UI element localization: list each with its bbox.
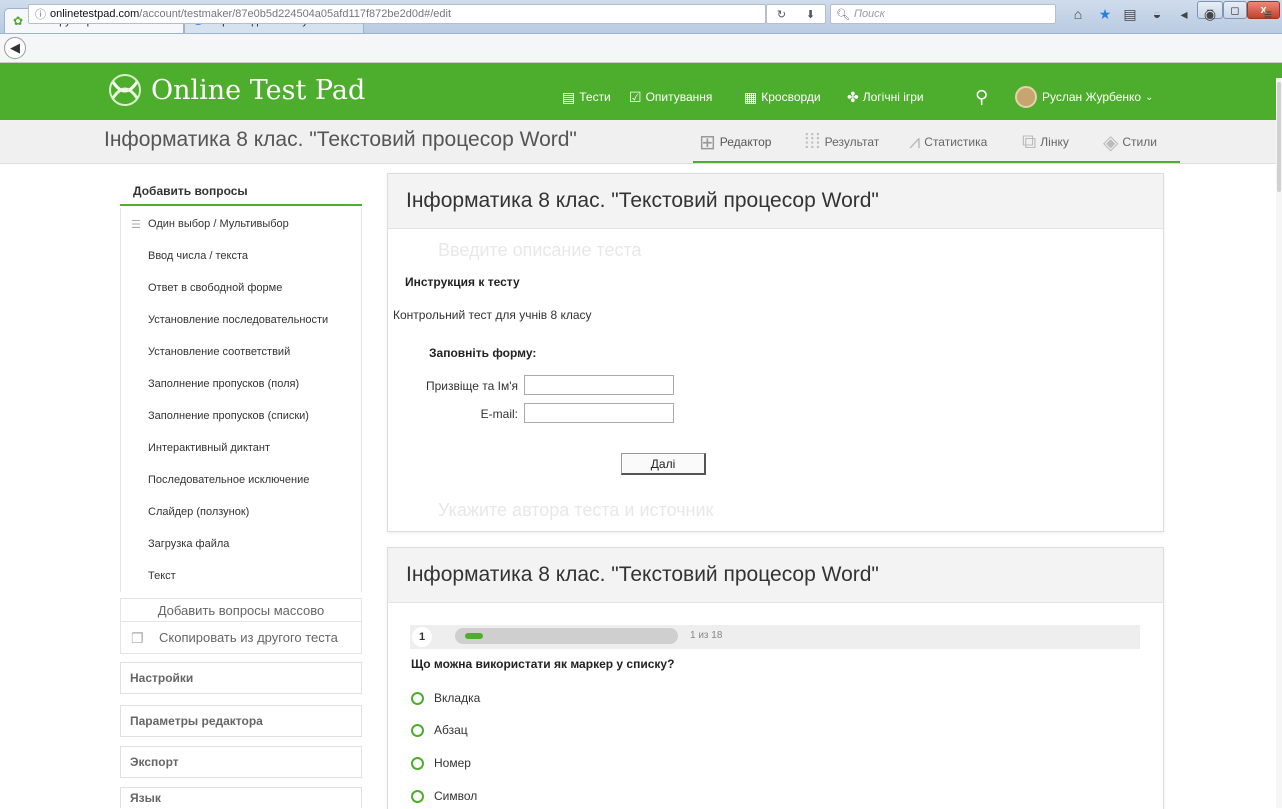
nav-crosswords[interactable]: ▦ Кросворди [744,88,821,106]
chevron-down-icon: ⌄ [1145,91,1154,103]
document-icon: ▤ [562,88,576,105]
name-field-label: Призвіще та Ім'я [425,379,518,393]
sidebar-item-single-multi[interactable]: ☰ Один выбор / Мультивыбор [121,208,361,240]
menu-icon[interactable]: ≡ [1260,6,1276,22]
info-icon: ⓘ [35,9,46,21]
answer-option[interactable]: Вкладка [411,688,480,708]
list-icon: ☰ [131,219,141,231]
avatar [1015,86,1037,108]
line-chart-icon: ⩘ [909,130,921,153]
radio-icon[interactable] [411,789,424,803]
answer-option[interactable]: Абзац [411,720,468,740]
nav-surveys[interactable]: ☑ Опитування [629,88,712,106]
name-field[interactable] [524,375,674,395]
question-card: Інформатика 8 клас. "Текстовий процесор … [387,547,1164,809]
search-icon: 🔍︎ [836,8,850,21]
radio-icon[interactable] [411,691,424,705]
description-placeholder[interactable]: Введите описание теста [438,240,642,261]
radio-icon[interactable] [411,756,424,770]
hierarchy-icon: ⊞ [699,131,716,154]
site-search-icon[interactable]: ⚲ [975,87,988,107]
progress-count: 1 из 18 [690,630,723,641]
browser-nav-bar [0,34,1282,63]
search-box[interactable]: 🔍︎ Поиск [830,4,1056,24]
sidebar-item-gaps-fields[interactable]: Заполнение пропусков (поля) [121,368,361,400]
tab-styles[interactable]: ◈ Стили [1103,130,1157,154]
sidebar-item-input[interactable]: Ввод числа / текста [121,240,361,272]
address-bar[interactable]: ⓘ onlinetestpad.com /account/testmaker/8… [28,4,766,24]
download-icon[interactable]: ⬇ [806,8,815,21]
site-logo[interactable]: Online Test Pad [105,70,365,110]
logo-icon [109,74,141,106]
bookmarks-list-icon[interactable]: ▤ [1122,6,1138,22]
sidebar-item-slider[interactable]: Слайдер (ползунок) [121,496,361,528]
email-field[interactable] [524,403,674,423]
progress-fill [465,633,483,639]
progress-track [455,628,678,644]
share-icon: ⧉ [1022,130,1037,153]
user-name: Руслан Журбенко [1042,90,1142,104]
maximize-button[interactable]: ◻ [1223,1,1247,19]
sidebar-item-text[interactable]: Текст [121,560,361,592]
nav-tests[interactable]: ▤ Тести [562,88,611,106]
instruction-label: Инструкция к тесту [405,275,520,289]
radio-icon[interactable] [411,723,424,737]
dots-grid-icon: ⁞⁞⁞ [804,130,821,153]
layers-icon: ◈ [1103,131,1119,154]
tab-link[interactable]: ⧉ Лінку [1022,130,1069,154]
sidebar-item-dictation[interactable]: Интерактивный диктант [121,432,361,464]
grid-icon: ▦ [744,88,758,105]
sidebar-item-free-answer[interactable]: Ответ в свободной форме [121,272,361,304]
sidebar-item-exclusion[interactable]: Последовательное исключение [121,464,361,496]
bookmark-star-icon[interactable]: ★ [1097,6,1113,22]
send-icon[interactable]: ◂ [1176,6,1192,22]
section-editor-params[interactable]: Параметры редактора [120,705,362,737]
copy-from-test-button[interactable]: ❐ Скопировать из другого теста [120,622,362,654]
author-placeholder[interactable]: Укажите автора теста и источник [438,500,713,521]
puzzle-icon: ✤ [847,88,859,105]
copy-icon: ❐ [131,630,144,646]
question-card-title: Інформатика 8 клас. "Текстовий процесор … [388,548,1163,603]
tab-statistics[interactable]: ⩘ Статистика [909,130,987,154]
question-type-list: ☰ Один выбор / Мультивыбор Ввод числа / … [120,208,362,592]
intro-card-title: Інформатика 8 клас. "Текстовий процесор … [388,174,1163,229]
sidebar-item-gaps-lists[interactable]: Заполнение пропусков (списки) [121,400,361,432]
survey-icon: ☑ [629,88,642,105]
search-placeholder: Поиск [853,8,885,20]
answer-option[interactable]: Символ [411,786,477,806]
mass-add-button[interactable]: Добавить вопросы массово [120,598,362,622]
scrollbar-thumb[interactable] [1277,82,1281,192]
site-favicon-icon: ✿ [12,14,24,28]
email-field-label: E-mail: [480,407,518,421]
back-button[interactable]: ◀ [4,37,26,59]
user-menu[interactable]: Руслан Журбенко ⌄ [1015,86,1154,108]
pocket-icon[interactable]: ◒ [1149,6,1165,22]
question-text: Що можна використати як маркер у списку? [411,657,675,671]
sidebar-heading: Добавить вопросы [120,178,362,206]
brand-name: Online Test Pad [151,74,366,106]
arrow-left-icon: ◀ [10,40,20,55]
sidebar-item-matching[interactable]: Установление соответствий [121,336,361,368]
sync-icon[interactable]: ◉ [1202,6,1218,22]
form-heading: Заповніть форму: [429,346,537,360]
page-title: Інформатика 8 клас. "Текстовий процесор … [104,128,577,151]
url-actions: ↻ ⬇ [766,4,826,24]
sidebar-item-file-upload[interactable]: Загрузка файла [121,528,361,560]
section-language[interactable]: Язык [120,787,362,808]
answer-option[interactable]: Номер [411,753,471,773]
section-settings[interactable]: Настройки [120,662,362,694]
sidebar-item-sequence[interactable]: Установление последовательности [121,304,361,336]
tab-editor[interactable]: ⊞ Редактор [699,130,771,154]
next-button[interactable]: Далі [621,453,706,475]
nav-logic-games[interactable]: ✤ Логічні ігри [847,88,924,106]
reload-icon[interactable]: ↻ [777,8,786,21]
section-export[interactable]: Экспорт [120,746,362,778]
subnav-underline [693,161,1180,163]
home-icon[interactable]: ⌂ [1070,6,1086,22]
url-host: onlinetestpad.com [50,8,140,20]
instruction-text: Контрольний тест для учнів 8 класу [393,308,592,322]
question-number: 1 [412,627,432,647]
url-path: /account/testmaker/87e0b5d224504a05afd11… [139,8,452,20]
tab-results[interactable]: ⁞⁞⁞ Результат [804,130,879,154]
